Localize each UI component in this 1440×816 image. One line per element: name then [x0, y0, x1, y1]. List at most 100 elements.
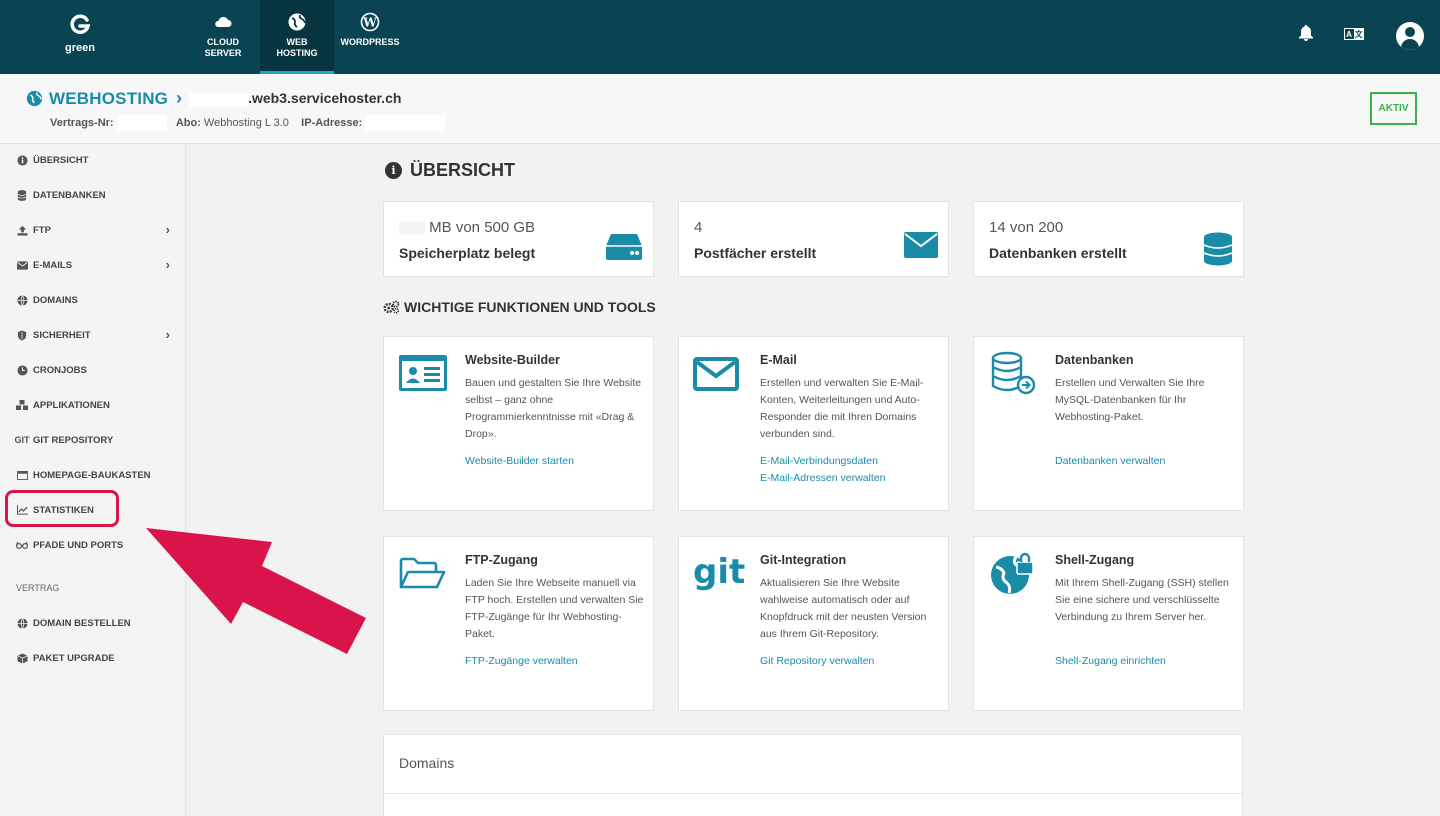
redacted-block — [399, 221, 425, 236]
link-databases-manage[interactable]: Datenbanken verwalten — [1055, 455, 1165, 467]
tools-section-title: WICHTIGE FUNKTIONEN UND TOOLS — [383, 299, 656, 315]
chevron-right-icon: › — [176, 88, 183, 108]
translate-icon[interactable]: A文 — [1344, 28, 1364, 40]
tools-section-title-text: WICHTIGE FUNKTIONEN UND TOOLS — [404, 299, 656, 315]
green-logo[interactable]: green — [60, 14, 100, 54]
database-arrow-icon — [991, 351, 1036, 395]
sidebar-item-label: DOMAIN BESTELLEN — [33, 617, 131, 629]
git-icon: git — [693, 552, 746, 592]
tab-cloud-server[interactable]: CLOUD SERVER — [186, 0, 260, 74]
sidebar-item-overview[interactable]: ÜBERSICHT — [0, 148, 186, 172]
sidebar-item-label: GIT REPOSITORY — [33, 434, 114, 446]
sidebar-item-emails[interactable]: E-MAILS › — [0, 253, 186, 277]
chevron-right-icon: › — [165, 222, 170, 237]
breadcrumb-webhosting[interactable]: WEBHOSTING — [49, 89, 168, 109]
link-shell-setup[interactable]: Shell-Zugang einrichten — [1055, 655, 1166, 667]
card-description: Erstellen und Verwalten Sie Ihre MySQL-D… — [1055, 377, 1205, 423]
avatar-head — [1405, 27, 1415, 37]
link-website-builder-start[interactable]: Website-Builder starten — [465, 455, 574, 467]
cogs-icon — [383, 300, 400, 314]
svg-text:文: 文 — [1355, 29, 1364, 39]
sidebar-item-git-repository[interactable]: git GIT REPOSITORY — [0, 428, 186, 452]
chevron-right-icon: › — [165, 257, 170, 272]
sidebar-item-domains[interactable]: DOMAINS — [0, 288, 186, 312]
sidebar-item-applications[interactable]: APPLIKATIONEN — [0, 393, 186, 417]
window-icon — [16, 469, 28, 481]
stat-label: Speicherplatz belegt — [399, 245, 536, 261]
link-email-addresses-manage[interactable]: E-Mail-Adressen verwalten — [760, 472, 885, 484]
sidebar-item-label: FTP — [33, 224, 51, 236]
id-card-icon — [399, 355, 447, 391]
stat-label: Datenbanken erstellt — [989, 245, 1127, 261]
wordpress-icon: W — [360, 12, 380, 32]
folder-open-icon — [399, 557, 446, 589]
stat-card-databases: 14 von 200 Datenbanken erstellt — [973, 201, 1244, 277]
redacted-block — [365, 115, 446, 131]
sidebar-item-label: HOMEPAGE-BAUKASTEN — [33, 469, 151, 481]
sidebar-item-label: CRONJOBS — [33, 364, 87, 376]
sidebar-item-label: PAKET UPGRADE — [33, 652, 115, 664]
card-description: Laden Sie Ihre Webseite manuell via FTP … — [465, 577, 644, 640]
sidebar-item-security[interactable]: SICHERHEIT › — [0, 323, 186, 347]
tab-cloud-server-label-2: SERVER — [204, 48, 242, 58]
sidebar-section-contract: VERTRAG — [16, 583, 60, 593]
bell-icon[interactable] — [1298, 24, 1314, 42]
card-title: Datenbanken — [1055, 353, 1134, 367]
card-title: FTP-Zugang — [465, 553, 538, 567]
avatar-body — [1401, 39, 1419, 50]
globe-icon — [26, 90, 43, 107]
shield-icon — [16, 329, 28, 341]
link-email-connection-data[interactable]: E-Mail-Verbindungsdaten — [760, 455, 878, 467]
sidebar-item-label: APPLIKATIONEN — [33, 399, 110, 411]
info-icon: i — [385, 162, 402, 179]
stat-value: 4 — [694, 219, 703, 236]
sidebar-item-ftp[interactable]: FTP › — [0, 218, 186, 242]
git-icon: git — [14, 435, 30, 445]
card-description: Bauen und gestalten Sie Ihre Website sel… — [465, 377, 642, 440]
database-icon — [16, 189, 28, 201]
sidebar-item-homepage-builder[interactable]: HOMEPAGE-BAUKASTEN — [0, 463, 186, 487]
envelope-icon — [16, 259, 28, 271]
sidebar-item-cronjobs[interactable]: CRONJOBS — [0, 358, 186, 382]
stat-card-storage: MB von 500 GB Speicherplatz belegt — [383, 201, 654, 277]
tab-web-hosting[interactable]: WEB HOSTING — [260, 0, 334, 74]
breadcrumb: WEBHOSTING › .web3.servicehoster.ch — [26, 88, 401, 109]
card-description: Mit Ihrem Shell-Zugang (SSH) stellen Sie… — [1055, 577, 1229, 623]
database-icon — [1203, 232, 1233, 266]
cubes-icon — [16, 399, 28, 411]
domains-panel-title: Domains — [399, 755, 455, 771]
stat-value: MB von 500 GB — [399, 219, 535, 236]
ip-label: IP-Adresse: — [301, 116, 363, 129]
svg-text:A: A — [1346, 30, 1352, 39]
redacted-block — [116, 115, 167, 131]
tab-cloud-server-label-1: CLOUD — [207, 37, 239, 47]
top-navigation-bar: green CLOUD SERVER WEB HOSTING W WORDPRE… — [0, 0, 1440, 74]
statistiken-highlight-box — [5, 490, 119, 527]
link-git-repository-manage[interactable]: Git Repository verwalten — [760, 655, 874, 667]
abo-value: Webhosting L 3.0 — [203, 116, 289, 129]
sidebar-item-label: E-MAILS — [33, 259, 73, 271]
tool-card-databases: Datenbanken Erstellen und Verwalten Sie … — [973, 336, 1244, 511]
sidebar-item-label: DATENBANKEN — [33, 189, 106, 201]
tab-web-hosting-label-2: HOSTING — [276, 48, 318, 58]
stat-value: 14 von 200 — [989, 219, 1064, 236]
card-title: Shell-Zugang — [1055, 553, 1135, 567]
tab-wordpress-label-1: WORDPRESS — [340, 37, 400, 47]
domain-suffix: .web3.servicehoster.ch — [248, 90, 402, 107]
card-description: Erstellen und verwalten Sie E-Mail-Konte… — [760, 377, 924, 440]
redacted-block — [190, 92, 249, 107]
sidebar-item-label: ÜBERSICHT — [33, 154, 89, 166]
tool-card-git: git Git-Integration Aktualisieren Sie Ih… — [678, 536, 949, 711]
stat-value-text: MB von 500 GB — [429, 219, 536, 236]
tool-card-email: E-Mail Erstellen und verwalten Sie E-Mai… — [678, 336, 949, 511]
tool-card-shell: Shell-Zugang Mit Ihrem Shell-Zugang (SSH… — [973, 536, 1244, 711]
link-ftp-manage[interactable]: FTP-Zugänge verwalten — [465, 655, 578, 667]
globe-icon — [288, 13, 306, 31]
sidebar-item-databases[interactable]: DATENBANKEN — [0, 183, 186, 207]
tab-wordpress[interactable]: W WORDPRESS — [334, 0, 406, 74]
stat-label: Postfächer erstellt — [694, 245, 817, 261]
user-avatar-icon[interactable] — [1396, 22, 1424, 50]
sidebar-item-label: SICHERHEIT — [33, 329, 91, 341]
sidebar: ÜBERSICHT DATENBANKEN FTP › E-MAILS › DO… — [0, 144, 186, 816]
envelope-icon — [904, 232, 938, 258]
